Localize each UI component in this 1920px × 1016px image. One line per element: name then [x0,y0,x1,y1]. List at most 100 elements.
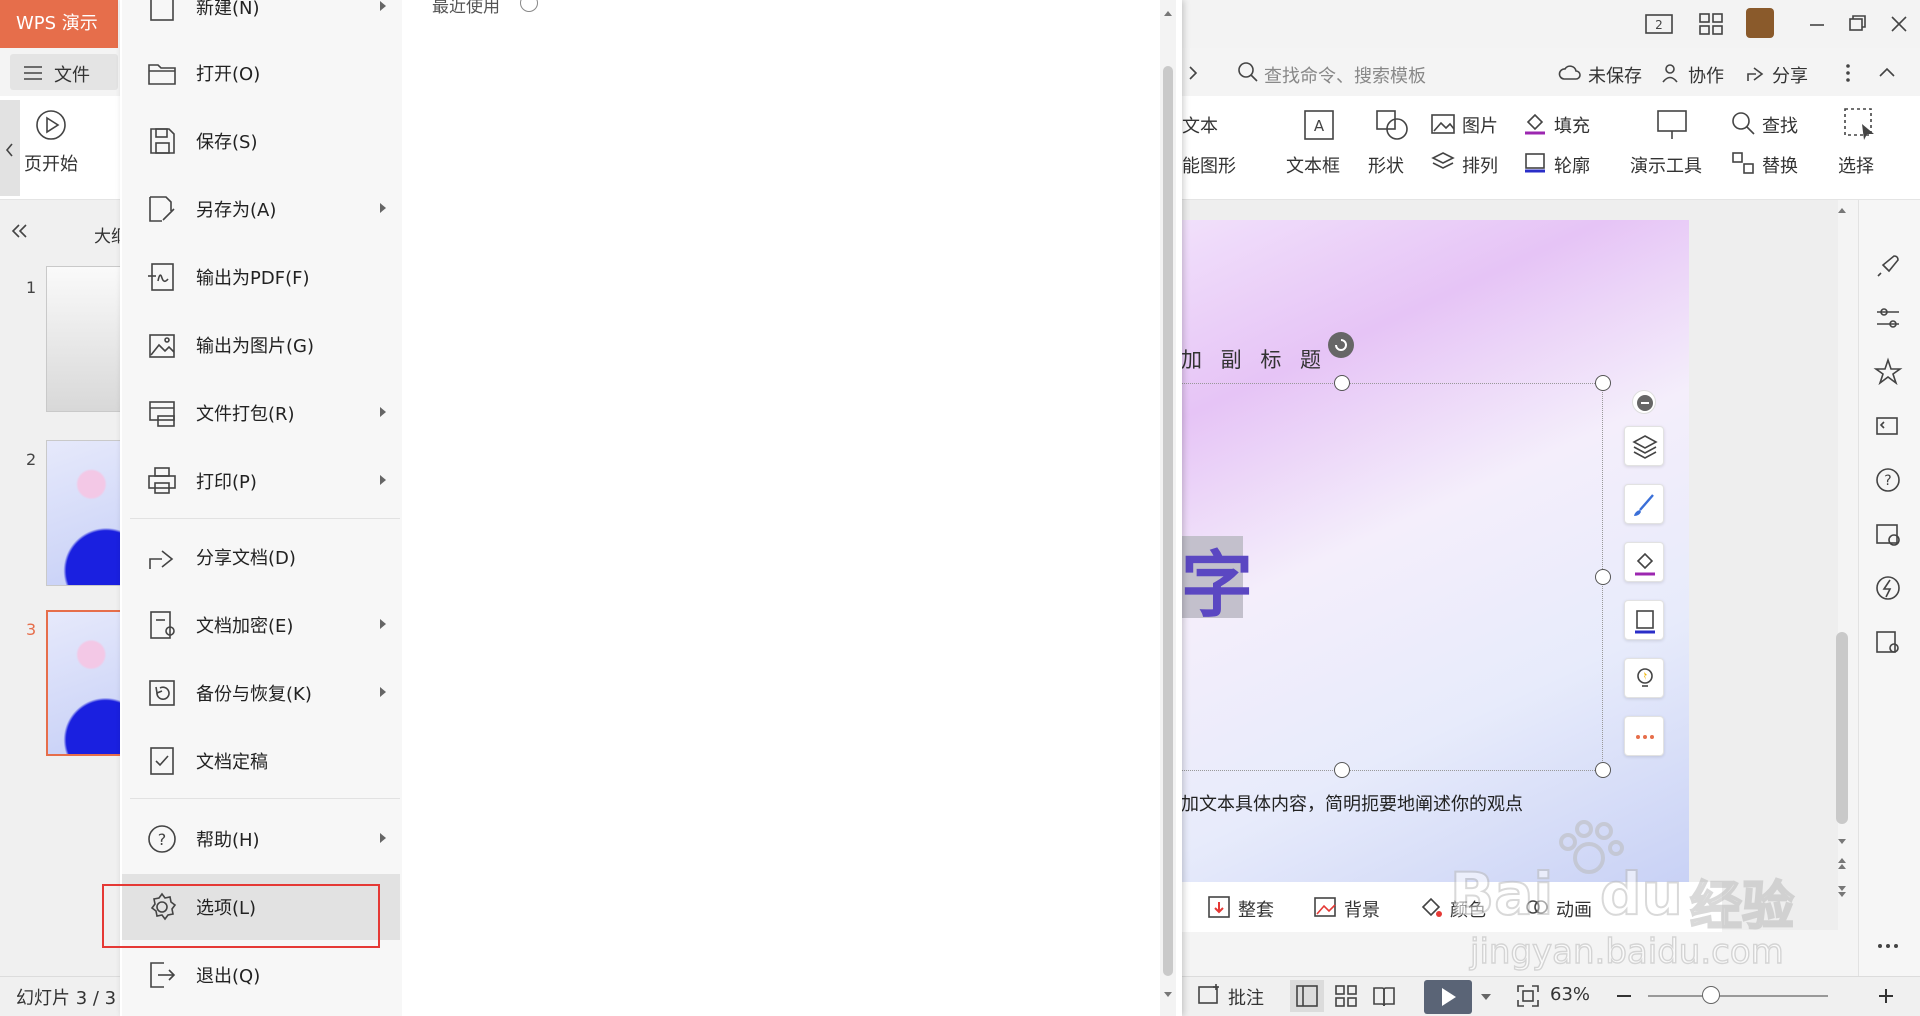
menu-item-backup[interactable]: 备份与恢复(K) [122,660,400,726]
menu-item-finalize[interactable]: 文档定稿 [122,728,400,794]
collapse-panel-icon[interactable] [8,220,30,242]
text-box-icon[interactable]: A [1302,108,1336,142]
zoom-slider-handle[interactable] [1702,986,1720,1004]
collapse-tools-icon[interactable] [1632,390,1656,414]
resize-handle[interactable] [1595,762,1611,778]
menu-scroll-up-icon[interactable] [1162,8,1174,18]
file-menu-button[interactable]: 文件 [10,54,118,90]
layers-tool-button[interactable] [1624,426,1664,466]
unsaved-button[interactable]: 未保存 [1588,62,1642,88]
menu-item-package[interactable]: 文件打包(R) [122,380,400,446]
zoom-out-icon[interactable] [1612,984,1636,1008]
menu-item-encrypt[interactable]: 文档加密(E) [122,592,400,658]
smart-shape-button[interactable]: 能图形 [1182,152,1236,178]
picture-button[interactable]: 图片 [1462,112,1498,138]
fill-button[interactable]: 填充 [1554,112,1590,138]
normal-view-icon[interactable] [1290,980,1324,1012]
search-input[interactable]: 查找命令、搜索模板 [1264,62,1426,88]
zoom-slider-track[interactable] [1648,995,1828,997]
help-icon[interactable]: ? [1872,464,1904,496]
slide-subtitle[interactable]: 加 副 标 题 [1181,344,1327,374]
menu-scrollbar-thumb[interactable] [1163,66,1173,976]
play-slideshow-button[interactable] [1424,980,1472,1014]
select-icon[interactable] [1842,106,1878,142]
file-menu-label: 文件 [54,65,90,86]
comment-button[interactable]: 批注 [1228,984,1264,1010]
slide-sorter-icon[interactable] [1332,982,1360,1010]
text-button[interactable]: 文本 [1182,112,1218,138]
switch-icon[interactable] [1872,410,1904,442]
picture-icon [1430,112,1456,136]
rotate-icon[interactable] [1328,332,1354,358]
more-horizontal-icon[interactable] [1872,930,1904,962]
menu-item-save[interactable]: 保存(S) [122,108,400,174]
menu-item-export-image[interactable]: 输出为图片(G) [122,312,400,378]
menu-item-export-pdf[interactable]: 输出为PDF(F) [122,244,400,310]
select-button[interactable]: 选择 [1838,152,1874,178]
minimize-icon[interactable] [1802,10,1832,38]
scroll-up-icon[interactable] [1834,205,1850,215]
star-icon[interactable] [1872,356,1904,388]
slide-body-text[interactable]: 加文本具体内容，简明扼要地阐述你的观点 [1181,790,1523,816]
menu-item-new[interactable]: 新建(N) [122,0,400,40]
outline-button[interactable]: 轮廓 [1554,152,1590,178]
fit-window-icon[interactable] [1514,982,1542,1010]
svg-text:?: ? [158,830,167,849]
more-tools-button[interactable] [1624,716,1664,756]
menu-item-help[interactable]: ? 帮助(H) [122,806,400,872]
find-button[interactable]: 查找 [1762,112,1798,138]
resize-handle[interactable] [1595,375,1611,391]
arrange-button[interactable]: 排列 [1462,152,1498,178]
recent-label[interactable]: 最近使用 [432,0,500,17]
presenter-tools-button[interactable]: 演示工具 [1630,152,1702,178]
set-button[interactable]: 整套 [1238,896,1274,922]
app-title-tab[interactable]: WPS 演示 [0,0,118,48]
slide-thumbnail[interactable] [46,440,122,586]
menu-item-save-as[interactable]: 另存为(A) [122,176,400,242]
presenter-tools-icon[interactable] [1654,108,1690,142]
menu-scroll-down-icon[interactable] [1162,990,1174,1000]
shape-icon[interactable] [1374,108,1410,142]
play-from-page-icon[interactable] [34,108,68,142]
ribbon-scroll-left-icon[interactable] [0,100,20,196]
more-vertical-icon[interactable] [1838,60,1858,86]
canvas-scrollbar-thumb[interactable] [1836,632,1848,824]
lightning-icon[interactable] [1872,572,1904,604]
settings-sliders-icon[interactable] [1872,302,1904,334]
reading-view-icon[interactable] [1370,982,1398,1010]
fill-tool-button[interactable] [1624,542,1664,582]
avatar[interactable] [1746,8,1774,38]
collapse-ribbon-icon[interactable] [1874,60,1900,86]
resize-handle[interactable] [1334,762,1350,778]
collab-button[interactable]: 协作 [1688,62,1724,88]
image-tool-icon[interactable] [1872,518,1904,550]
menu-item-open[interactable]: 打开(O) [122,40,400,106]
menu-item-share[interactable]: 分享文档(D) [122,524,400,590]
resize-handle[interactable] [1595,569,1611,585]
shape-button[interactable]: 形状 [1368,152,1404,178]
ribbon-scroll-right-icon[interactable] [1178,58,1208,88]
scroll-page-icons[interactable] [1834,836,1850,902]
text-box-button[interactable]: 文本框 [1286,152,1340,178]
idea-tool-button[interactable] [1624,658,1664,698]
rocket-icon[interactable] [1872,250,1904,282]
book-icon[interactable] [1872,626,1904,658]
share-button[interactable]: 分享 [1772,62,1808,88]
brush-tool-button[interactable] [1624,484,1664,524]
grid-view-icon[interactable] [1696,10,1726,38]
background-button[interactable]: 背景 [1344,896,1380,922]
replace-button[interactable]: 替换 [1762,152,1798,178]
restore-icon[interactable] [1842,10,1872,38]
play-options-icon[interactable] [1480,992,1492,1002]
zoom-level[interactable]: 63% [1550,984,1590,1005]
menu-item-exit[interactable]: 退出(Q) [122,942,400,1008]
slide-thumbnail[interactable] [46,266,122,412]
close-icon[interactable] [1884,10,1914,38]
menu-item-print[interactable]: 打印(P) [122,448,400,514]
page-badge-icon[interactable]: 2 [1644,10,1674,38]
resize-handle[interactable] [1334,375,1350,391]
zoom-in-icon[interactable] [1874,984,1898,1008]
start-from-page-button[interactable]: 页开始 [24,150,78,176]
slide-thumbnail-selected[interactable] [46,610,122,756]
outline-tool-button[interactable] [1624,600,1664,640]
